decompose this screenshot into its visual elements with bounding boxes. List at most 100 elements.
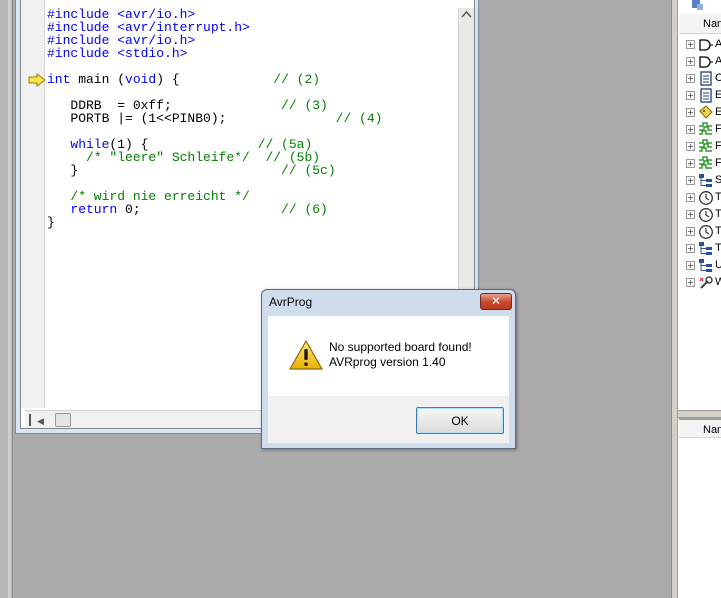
tree-item[interactable]: + T xyxy=(684,189,721,206)
tree-item-label: E xyxy=(715,89,721,101)
expand-icon[interactable]: + xyxy=(686,244,695,253)
tree-item-label: S xyxy=(715,174,721,186)
tree-item[interactable]: + W xyxy=(684,274,721,291)
tree-item-label: F xyxy=(715,157,721,169)
tree-item[interactable]: + F xyxy=(684,121,721,138)
split-handle[interactable] xyxy=(29,414,31,426)
code-text: } xyxy=(47,163,282,178)
horizontal-panel-splitter[interactable] xyxy=(678,410,721,418)
code-text: ) { xyxy=(156,72,274,87)
tree-item-label: U xyxy=(715,259,721,271)
code-line[interactable]: return 0; // (6) xyxy=(47,203,382,216)
tree-item[interactable]: + E xyxy=(684,104,721,121)
dialog-footer: OK xyxy=(268,396,509,443)
code-comment: // (4) xyxy=(335,111,383,126)
scroll-thumb[interactable] xyxy=(55,413,71,427)
arrow-icon xyxy=(28,73,46,87)
dialog-message: No supported board found! xyxy=(329,340,472,354)
expand-icon[interactable]: + xyxy=(686,193,695,202)
signal-icon xyxy=(699,139,712,152)
gate-icon xyxy=(699,56,713,68)
expand-icon[interactable]: + xyxy=(686,176,695,185)
code-text: PORTB |= (1<<PINB0); xyxy=(47,111,336,126)
expand-icon[interactable]: + xyxy=(686,91,695,100)
editor-gutter[interactable] xyxy=(21,0,46,408)
expand-icon[interactable]: + xyxy=(686,57,695,66)
wrench-icon xyxy=(699,276,713,289)
tree-item-label: W xyxy=(715,276,721,288)
expand-icon[interactable]: + xyxy=(686,125,695,134)
tree-icon xyxy=(699,242,712,255)
panel-splitter[interactable] xyxy=(672,0,678,598)
expand-icon[interactable]: + xyxy=(686,142,695,151)
expand-icon[interactable]: + xyxy=(686,210,695,219)
workspace-tree[interactable]: + A + A + C + E + E + F + F + F + S + T + T + T + T + U + W xyxy=(684,36,721,291)
clock-icon xyxy=(699,225,713,239)
tree-item[interactable]: + T xyxy=(684,206,721,223)
tree-item-label: E xyxy=(715,106,721,118)
left-window-edge xyxy=(0,0,13,598)
gate-icon xyxy=(699,39,713,51)
expand-icon[interactable]: + xyxy=(686,74,695,83)
expand-icon[interactable]: + xyxy=(686,227,695,236)
tree-item[interactable]: + T xyxy=(684,223,721,240)
code-line[interactable]: } // (5c) xyxy=(47,164,382,177)
expand-icon[interactable]: + xyxy=(686,261,695,270)
tree-item[interactable]: + F xyxy=(684,138,721,155)
horizontal-scrollbar[interactable]: ◀ xyxy=(25,410,270,428)
tree-item[interactable]: + U xyxy=(684,257,721,274)
tree-item-label: F xyxy=(715,123,721,135)
tree-item[interactable]: + E xyxy=(684,87,721,104)
tree-icon xyxy=(699,174,712,187)
expand-icon[interactable]: + xyxy=(686,40,695,49)
tree-item[interactable]: + T xyxy=(684,240,721,257)
tree-item-label: T xyxy=(715,208,721,220)
code-text: main ( xyxy=(70,72,126,87)
tree-item-label: T xyxy=(715,242,721,254)
code-keyword: return xyxy=(70,202,118,217)
tree-item[interactable]: + S xyxy=(684,172,721,189)
tree-item-label: A xyxy=(715,38,721,50)
ok-button[interactable]: OK xyxy=(416,407,504,434)
tag-icon xyxy=(699,105,713,119)
dialog-version: AVRprog version 1.40 xyxy=(329,355,446,369)
code-line[interactable]: int main (void) { // (2) xyxy=(47,73,382,86)
code-text: 0; xyxy=(117,202,282,217)
close-button[interactable]: ✕ xyxy=(480,293,512,310)
signal-icon xyxy=(699,122,712,135)
code-line[interactable]: } xyxy=(47,216,382,229)
column-header-name[interactable]: Nam xyxy=(679,14,721,34)
scroll-left-icon[interactable]: ◀ xyxy=(37,416,44,427)
tree-item[interactable]: + A xyxy=(684,53,721,70)
code-keyword: void xyxy=(125,72,157,87)
code-keyword: #include <stdio.h> xyxy=(47,46,188,61)
toolbar-icon[interactable] xyxy=(690,0,721,12)
expand-icon[interactable]: + xyxy=(686,108,695,117)
workspace-panel: Nam +A+A+C+E+E+F+F+F+S+T+T+T+T+U+W Nam xyxy=(671,0,721,598)
expand-icon[interactable]: + xyxy=(686,278,695,287)
signal-icon xyxy=(699,156,712,169)
code-text: } xyxy=(47,215,55,230)
tree-item-label: A xyxy=(715,55,721,67)
code-comment: // (5c) xyxy=(281,163,336,178)
document-icon xyxy=(700,71,712,86)
expand-icon[interactable]: + xyxy=(686,159,695,168)
code-line[interactable]: PORTB |= (1<<PINB0); // (4) xyxy=(47,112,382,125)
column-header-name-bottom[interactable]: Nam xyxy=(679,418,721,438)
tree-icon xyxy=(699,259,712,272)
clock-icon xyxy=(699,208,713,222)
tree-item-label: C xyxy=(715,72,721,84)
tree-item-label: T xyxy=(715,191,721,203)
source-code[interactable]: #include <avr/io.h> #include <avr/interru… xyxy=(47,8,382,229)
code-comment: // (6) xyxy=(281,202,328,217)
scroll-up-icon[interactable] xyxy=(461,10,472,18)
tree-item-label: T xyxy=(715,225,721,237)
tree-item[interactable]: + F xyxy=(684,155,721,172)
tree-item[interactable]: + C xyxy=(684,70,721,87)
tree-item-label: F xyxy=(715,140,721,152)
dialog-body: No supported board found! AVRprog versio… xyxy=(268,316,509,396)
code-line[interactable]: #include <stdio.h> xyxy=(47,47,382,60)
clock-icon xyxy=(699,191,713,205)
warning-icon xyxy=(289,340,323,370)
tree-item[interactable]: + A xyxy=(684,36,721,53)
